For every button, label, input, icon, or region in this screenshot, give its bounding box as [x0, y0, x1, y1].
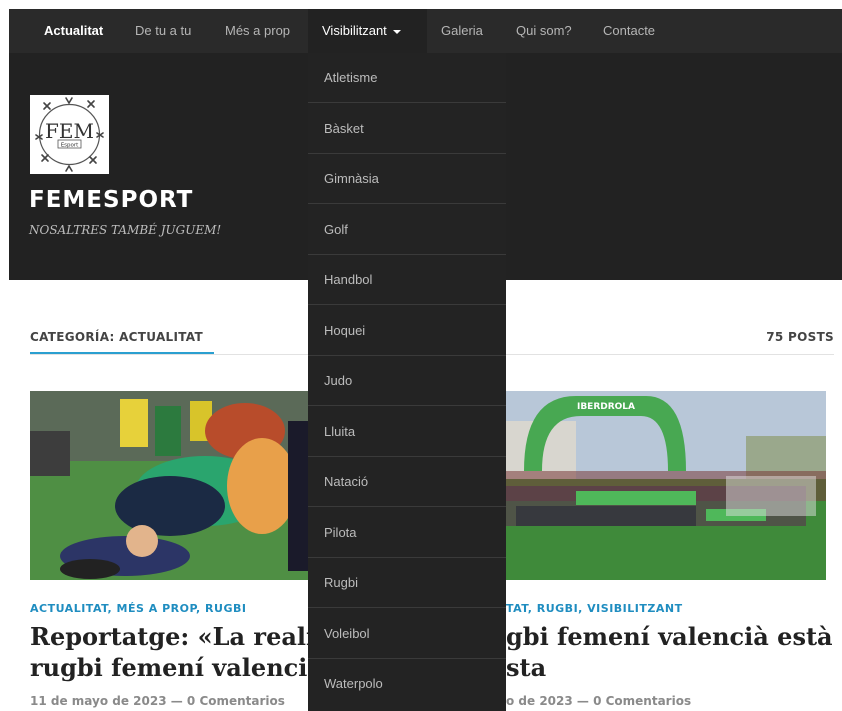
nav-item-visibilitzant-label: Visibilitzant: [322, 23, 387, 38]
dropdown-item-atletisme[interactable]: Atletisme: [308, 53, 506, 103]
dropdown-item-hoquei[interactable]: Hoquei: [308, 306, 506, 356]
dropdown-item-voleibol[interactable]: Voleibol: [308, 609, 506, 659]
main-navigation: Actualitat De tu a tu Més a prop Visibil…: [9, 9, 842, 53]
site-tagline: NOSALTRES TAMBÉ JUGUEM!: [29, 223, 222, 237]
post-1-meta: 11 de mayo de 2023 — 0 Comentarios: [30, 694, 285, 708]
dropdown-item-judo[interactable]: Judo: [308, 356, 506, 406]
nav-item-galeria[interactable]: Galeria: [441, 9, 483, 53]
dropdown-item-handbol[interactable]: Handbol: [308, 255, 506, 305]
caret-down-icon: [392, 29, 401, 34]
dropdown-item-rugbi[interactable]: Rugbi: [308, 558, 506, 608]
logo-subtext: Esport: [61, 143, 79, 149]
nav-item-mes-a-prop[interactable]: Més a prop: [225, 9, 290, 53]
post-1-title-line-2: rugbi femení valencià»: [30, 653, 338, 682]
team-photo-image: IBERDROLA: [506, 391, 826, 580]
banner-iberdrola-text: IBERDROLA: [577, 402, 635, 412]
dropdown-item-natacio[interactable]: Natació: [308, 457, 506, 507]
dropdown-item-gimnasia[interactable]: Gimnàsia: [308, 154, 506, 204]
rugby-photo-image: [30, 391, 308, 580]
nav-item-contacte[interactable]: Contacte: [603, 9, 655, 53]
post-2-title[interactable]: gbi femení valencià està sta: [506, 621, 833, 683]
post-2-title-line-1: gbi femení valencià està: [506, 622, 833, 651]
site-title[interactable]: FEMESPORT: [29, 187, 193, 213]
post-2-image[interactable]: IBERDROLA: [506, 391, 826, 580]
logo-text: FEM: [45, 119, 94, 143]
post-1-categories[interactable]: ACTUALITAT, MÉS A PROP, RUGBI: [30, 602, 246, 615]
post-1-image[interactable]: [30, 391, 308, 580]
nav-item-visibilitzant[interactable]: Visibilitzant: [308, 9, 427, 53]
nav-item-de-tu-a-tu[interactable]: De tu a tu: [135, 9, 191, 53]
logo-emblem-icon: FEM Esport: [35, 97, 104, 172]
post-2-categories[interactable]: TAT, RUGBI, VISIBILITZANT: [506, 602, 683, 615]
category-heading: CATEGORÍA: ACTUALITAT: [30, 330, 203, 344]
post-2-title-line-2: sta: [506, 653, 547, 682]
visibilitzant-dropdown-menu: Atletisme Bàsket Gimnàsia Golf Handbol H…: [308, 53, 506, 711]
nav-item-qui-som[interactable]: Qui som?: [516, 9, 572, 53]
site-logo[interactable]: FEM Esport: [30, 95, 109, 174]
post-1-title[interactable]: Reportatge: «La realitat rugbi femení va…: [30, 621, 353, 683]
post-2-meta: o de 2023 — 0 Comentarios: [506, 694, 692, 708]
dropdown-item-golf[interactable]: Golf: [308, 205, 506, 255]
nav-item-actualitat[interactable]: Actualitat: [44, 9, 103, 53]
post-1-title-line-1: Reportatge: «La realitat: [30, 622, 353, 651]
dropdown-item-lluita[interactable]: Lluita: [308, 407, 506, 457]
dropdown-item-waterpolo[interactable]: Waterpolo: [308, 659, 506, 709]
post-count: 75 POSTS: [766, 330, 834, 344]
dropdown-item-pilota[interactable]: Pilota: [308, 508, 506, 558]
dropdown-item-basket[interactable]: Bàsket: [308, 104, 506, 154]
